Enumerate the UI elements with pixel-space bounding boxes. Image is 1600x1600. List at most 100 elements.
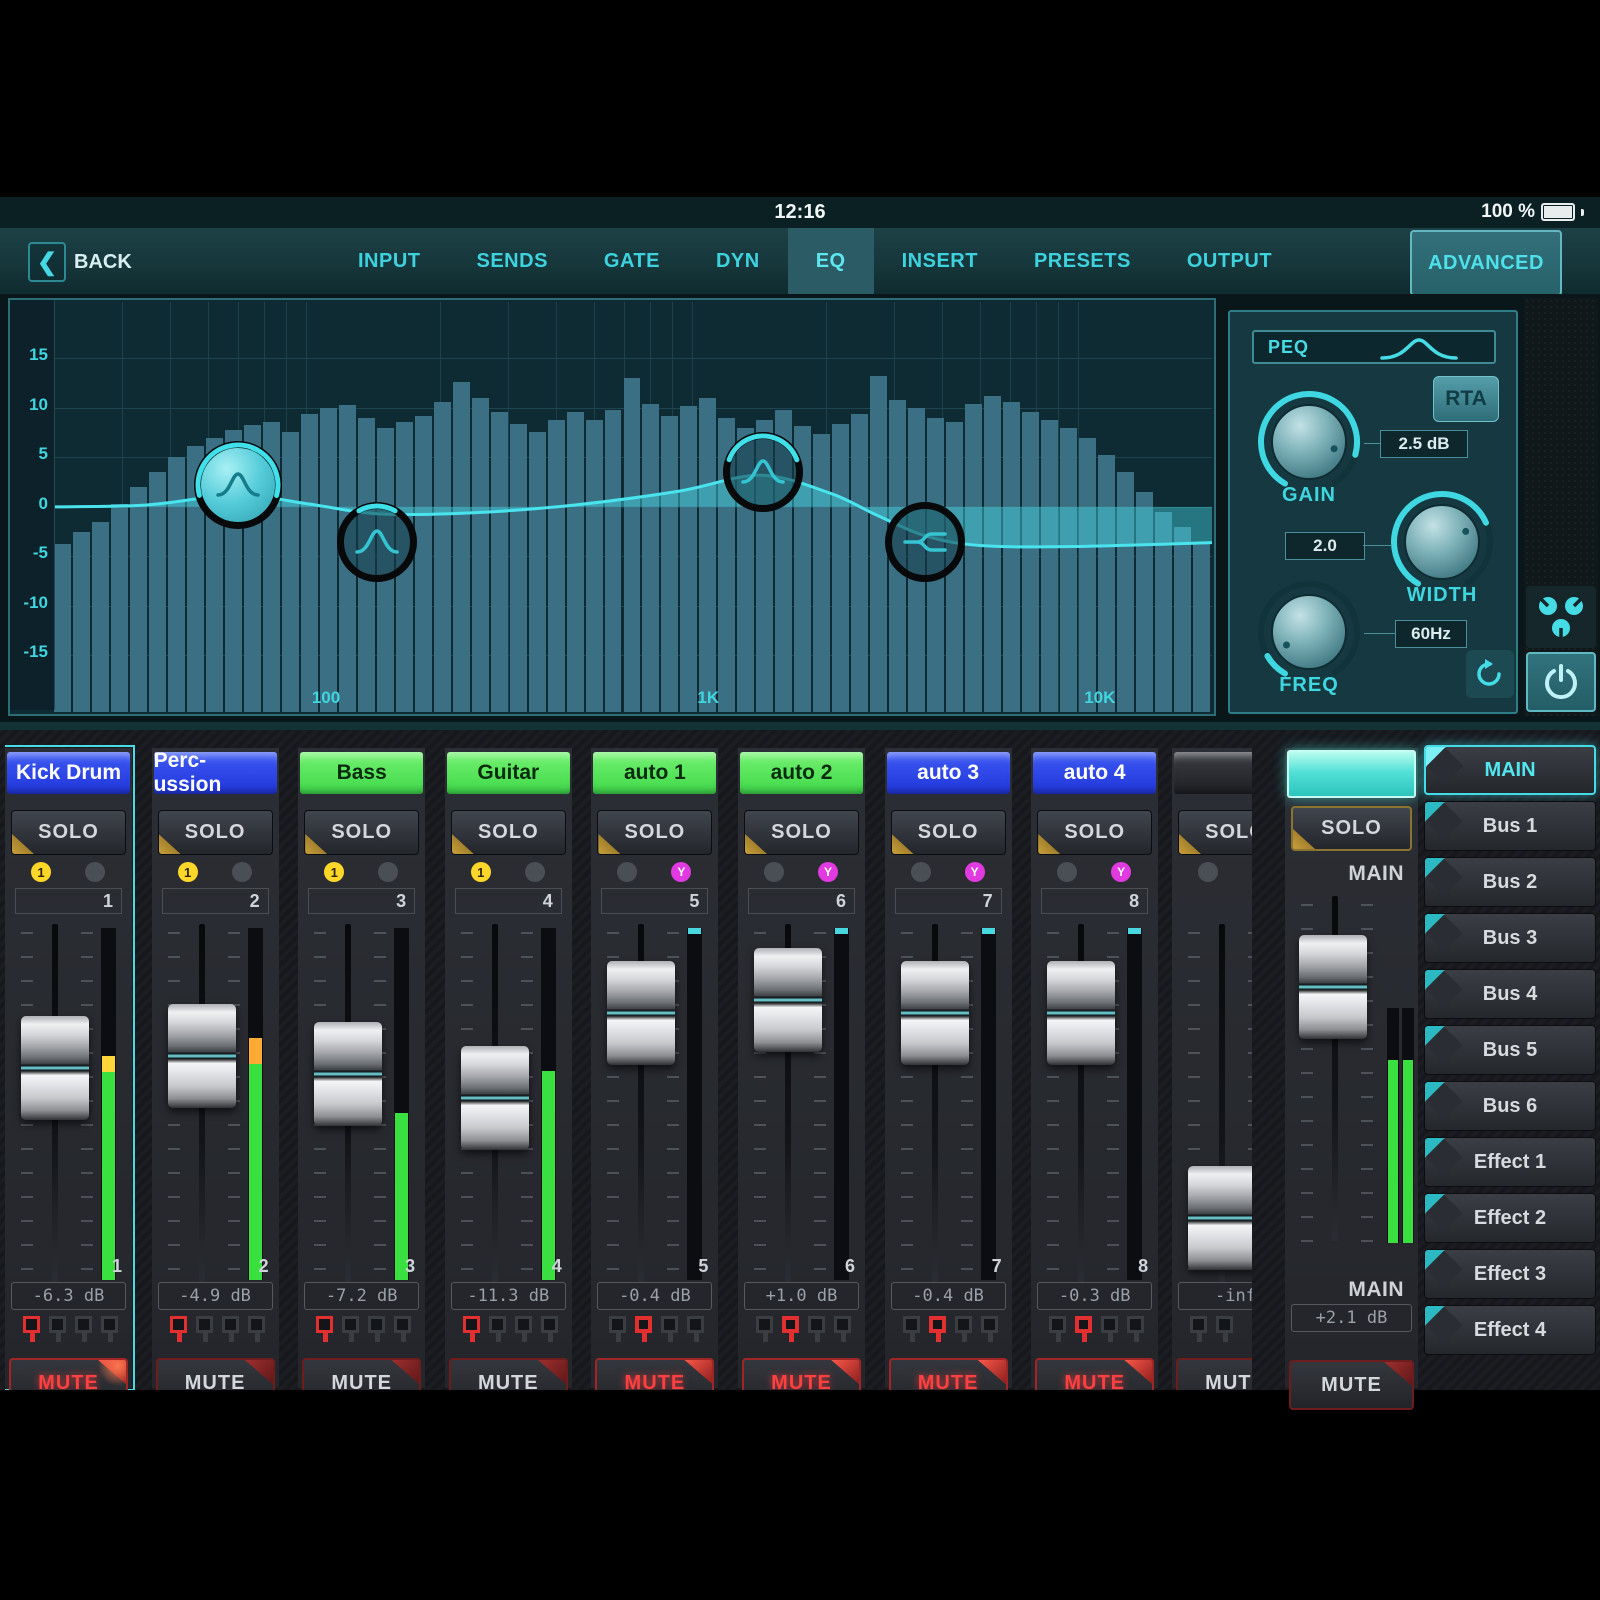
fader-handle[interactable] [1047,961,1115,1065]
main-solo-button[interactable]: SOLO [1291,806,1412,851]
fader-handle[interactable] [461,1046,529,1150]
bus-select-bus-6[interactable]: Bus 6 [1424,1081,1596,1131]
gray-indicator [232,862,252,882]
main-fader-zone [1285,888,1412,1250]
solo-button[interactable]: SOLO [158,810,273,855]
freq-knob[interactable] [1254,577,1364,687]
tab-gate[interactable]: GATE [576,228,688,294]
solo-button[interactable]: SOLO [451,810,566,855]
solo-button[interactable]: SOLO [304,810,419,855]
level-readout: -0.4 dB [891,1282,1006,1310]
bus-select-label: Effect 1 [1474,1151,1546,1174]
fader-handle[interactable] [754,948,822,1052]
mute-button[interactable]: MUTE [595,1358,714,1390]
tab-sends[interactable]: SENDS [449,228,576,294]
channel-label[interactable]: Guitar [447,752,570,794]
main-mute-button[interactable]: MUTE [1289,1360,1414,1410]
bus-select-bus-2[interactable]: Bus 2 [1424,857,1596,907]
assign-square-stem [694,1332,699,1342]
assign-square-stem [1197,1332,1202,1342]
fader-handle[interactable] [1188,1166,1252,1270]
solo-button[interactable]: SOLO [1037,810,1152,855]
channel-label[interactable]: auto 4 [1033,752,1156,794]
channel-strip-wrap: BassSOLO133-7.2 dBMUTE [298,722,438,1390]
assign-squares [1172,1316,1252,1350]
tab-input[interactable]: INPUT [330,228,449,294]
channel-label[interactable] [1174,752,1252,794]
tab-presets[interactable]: PRESETS [1006,228,1159,294]
bus-select-bus-3[interactable]: Bus 3 [1424,913,1596,963]
eq-plot[interactable]: 1001K10K [54,302,1212,712]
gain-label: GAIN [1254,484,1364,507]
mute-button[interactable]: MUTE [9,1358,128,1390]
advanced-button[interactable]: ADVANCED [1410,230,1562,296]
level-readout: -11.3 dB [451,1282,566,1310]
eq-band-node-3[interactable] [723,432,803,512]
fader-handle[interactable] [901,961,969,1065]
filter-type-select[interactable]: PEQ [1252,330,1496,364]
mute-button[interactable]: MUTE [302,1358,421,1390]
tab-eq[interactable]: EQ [788,228,874,294]
assign-square [756,1316,773,1333]
channel-strip-5: auto 1SOLOY55-0.4 dBMUTE [591,748,718,1388]
solo-button[interactable]: SOLO [891,810,1006,855]
bus-select-effect-2[interactable]: Effect 2 [1424,1193,1596,1243]
main-fader-handle[interactable] [1299,935,1367,1039]
eq-band-node-2[interactable] [337,502,417,582]
mute-button[interactable]: MUTE [889,1358,1008,1390]
reset-button[interactable] [1466,650,1514,698]
fader-handle[interactable] [168,1004,236,1108]
bus-select-bus-1[interactable]: Bus 1 [1424,801,1596,851]
bus-select-effect-4[interactable]: Effect 4 [1424,1305,1596,1355]
bus-select-main[interactable]: MAIN [1424,745,1596,795]
yellow-indicator: 1 [31,862,51,882]
mute-button[interactable]: MUTE [1176,1358,1252,1390]
fader-handle[interactable] [21,1016,89,1120]
freq-value: 60Hz [1395,620,1467,648]
meter-segment [249,1064,262,1280]
channel-strip-4: GuitarSOLO144-11.3 dBMUTE [445,748,572,1388]
channel-label[interactable]: auto 3 [887,752,1010,794]
channel-settings-button[interactable] [1526,586,1596,648]
assign-square-stem [108,1332,113,1342]
tab-insert[interactable]: INSERT [874,228,1006,294]
solo-button[interactable]: SOLO [597,810,712,855]
solo-button[interactable]: SOLO [744,810,859,855]
level-readout: -0.4 dB [597,1282,712,1310]
bus-select-effect-3[interactable]: Effect 3 [1424,1249,1596,1299]
eq-band-panel: PEQ RTA 2.5 dB GAIN 2.0 WIDTH 60Hz FREQ [1228,310,1518,714]
mute-button[interactable]: MUTE [449,1358,568,1390]
fader-handle[interactable] [314,1022,382,1126]
bus-select-bus-5[interactable]: Bus 5 [1424,1025,1596,1075]
channel-label[interactable]: auto 1 [593,752,716,794]
fader-handle[interactable] [607,961,675,1065]
tab-dyn[interactable]: DYN [688,228,788,294]
eq-power-button[interactable] [1526,652,1596,712]
gain-value: 2.5 dB [1380,430,1468,458]
channel-label[interactable]: Perc- ussion [154,752,277,794]
channel-label[interactable]: Kick Drum [7,752,130,794]
back-button[interactable]: ❮ BACK [28,242,132,282]
mute-button[interactable]: MUTE [156,1358,275,1390]
magenta-indicator: Y [671,862,691,882]
channel-label[interactable]: Bass [300,752,423,794]
channel-label[interactable]: auto 2 [740,752,863,794]
assign-square [1101,1316,1118,1333]
solo-button[interactable]: SOLO [11,810,126,855]
width-knob[interactable] [1387,487,1497,597]
gain-knob[interactable] [1254,387,1364,497]
assign-square [342,1316,359,1333]
rta-button[interactable]: RTA [1433,376,1499,422]
mute-button[interactable]: MUTE [1035,1358,1154,1390]
eq-band-node-1[interactable] [194,441,282,529]
bus-select-bus-4[interactable]: Bus 4 [1424,969,1596,1019]
tab-output[interactable]: OUTPUT [1159,228,1300,294]
main-meter-L [1387,1008,1399,1243]
mute-button[interactable]: MUTE [742,1358,861,1390]
main-scribble[interactable] [1287,750,1416,798]
solo-button[interactable]: SOLO [1178,810,1252,855]
level-readout: +1.0 dB [744,1282,859,1310]
level-meter [248,928,263,1280]
eq-band-node-4[interactable] [885,502,965,582]
bus-select-effect-1[interactable]: Effect 1 [1424,1137,1596,1187]
